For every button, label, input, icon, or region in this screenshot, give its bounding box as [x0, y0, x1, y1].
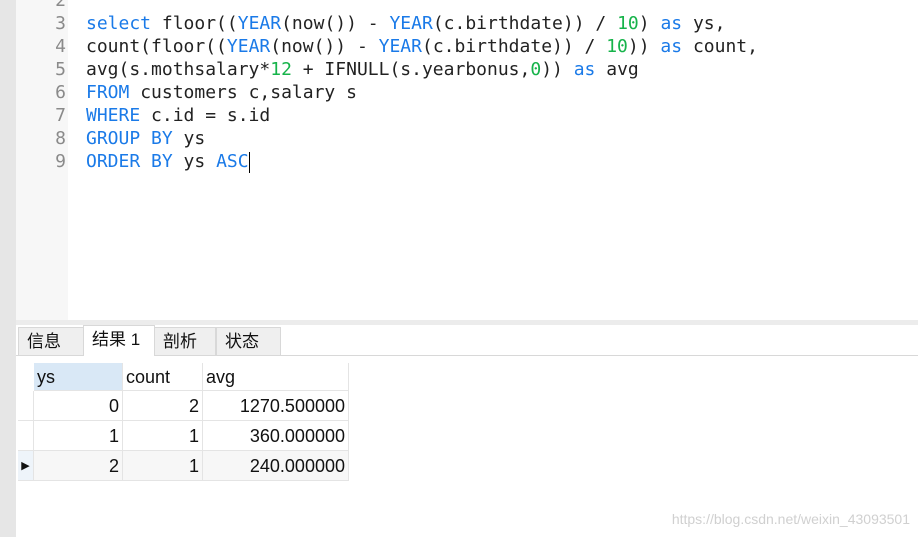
line-number: 7 — [55, 105, 66, 126]
text-token: ) — [638, 13, 661, 34]
row-selector[interactable] — [18, 391, 34, 421]
text-token: c.id = s.id — [140, 105, 271, 126]
keyword-token: as — [573, 59, 596, 80]
row-selector[interactable] — [18, 421, 34, 451]
cell-avg[interactable]: 240.000000 — [203, 451, 349, 481]
tab-3[interactable]: 剖析 — [154, 327, 216, 355]
code-text: FROM customers c,salary s — [86, 81, 357, 104]
number-token: 0 — [530, 59, 542, 80]
cell-avg[interactable]: 1270.500000 — [203, 391, 349, 421]
keyword-token: ORDER BY — [86, 151, 173, 172]
keyword-token: YEAR — [237, 13, 282, 34]
text-token: ys — [172, 128, 206, 149]
tab-1[interactable]: 信息 — [18, 327, 84, 355]
text-token: ys — [172, 151, 217, 172]
grid-header: ys count avg — [18, 363, 349, 393]
code-text: count(floor((YEAR(now()) - YEAR(c.birthd… — [86, 35, 758, 58]
number-token: 12 — [270, 59, 292, 80]
code-line: 5 avg(s.mothsalary*12 + IFNULL(s.yearbonu… — [16, 58, 916, 81]
line-number: 3 — [55, 13, 66, 34]
keyword-token: WHERE — [86, 105, 141, 126]
cell-ys[interactable]: 2 — [34, 451, 123, 481]
keyword-token: YEAR — [226, 36, 271, 57]
keyword-token: YEAR — [389, 13, 433, 34]
table-row[interactable]: 1 1 360.000000 — [18, 421, 349, 451]
sql-editor[interactable]: 2 3 select floor((YEAR(now()) - YEAR(c.bir… — [16, 0, 918, 320]
table-row[interactable]: 0 2 1270.500000 — [18, 391, 349, 421]
keyword-token: GROUP BY — [86, 128, 173, 149]
keyword-token: as — [660, 13, 683, 34]
code-line: 4 count(floor((YEAR(now()) - YEAR(c.birth… — [16, 35, 916, 58]
text-token: + IFNULL(s.yearbonus, — [291, 59, 531, 80]
code-text: select floor((YEAR(now()) - YEAR(c.birth… — [86, 12, 725, 35]
text-token: (now()) - — [281, 13, 390, 34]
text-token: )) — [627, 36, 661, 57]
code-line: 8 GROUP BY ys — [16, 127, 916, 150]
cell-avg[interactable]: 360.000000 — [203, 421, 349, 451]
cell-count[interactable]: 1 — [123, 451, 203, 481]
code-line: 6 FROM customers c,salary s — [16, 81, 916, 104]
text-token: count(floor(( — [86, 36, 227, 57]
row-selector[interactable]: ▶ — [18, 451, 34, 481]
code-text: avg(s.mothsalary*12 + IFNULL(s.yearbonus… — [86, 58, 639, 81]
line-number: 6 — [55, 82, 66, 103]
cell-count[interactable]: 1 — [123, 421, 203, 451]
text-token: (c.birthdate)) / — [432, 13, 618, 34]
code-line: 2 — [16, 0, 916, 12]
tab-2[interactable]: 结果 1 — [83, 325, 155, 356]
code-text: GROUP BY ys — [86, 127, 205, 150]
text-token: count, — [682, 36, 758, 57]
cell-ys[interactable]: 0 — [34, 391, 123, 421]
left-strip — [0, 0, 16, 537]
keyword-token: ASC — [216, 151, 249, 172]
text-token: (now()) - — [270, 36, 379, 57]
cell-ys[interactable]: 1 — [34, 421, 123, 451]
column-header-avg[interactable]: avg — [203, 363, 349, 391]
keyword-token: YEAR — [378, 36, 422, 57]
result-tabs: 信息 结果 1 剖析 状态 — [16, 325, 918, 356]
line-number: 9 — [55, 151, 66, 172]
text-token: ys, — [682, 13, 726, 34]
code-line: 3 select floor((YEAR(now()) - YEAR(c.birt… — [16, 12, 916, 35]
line-number: 2 — [55, 0, 66, 11]
text-token: (c.birthdate)) / — [421, 36, 607, 57]
code-line: 9 ORDER BY ys ASC — [16, 150, 916, 173]
line-number: 5 — [55, 59, 66, 80]
keyword-token: select — [86, 13, 152, 34]
code-line: 7 WHERE c.id = s.id — [16, 104, 916, 127]
column-header-ys[interactable]: ys — [34, 363, 123, 391]
number-token: 10 — [617, 13, 639, 34]
code-text: WHERE c.id = s.id — [86, 104, 270, 127]
code-text: ORDER BY ys ASC — [86, 150, 250, 173]
text-token: avg — [595, 59, 639, 80]
text-token: floor(( — [151, 13, 238, 34]
cell-count[interactable]: 2 — [123, 391, 203, 421]
line-number: 8 — [55, 128, 66, 149]
text-cursor — [248, 151, 250, 173]
column-header-count[interactable]: count — [123, 363, 203, 391]
watermark: https://blog.csdn.net/weixin_43093501 — [671, 511, 910, 527]
table-row[interactable]: ▶ 2 1 240.000000 — [18, 451, 349, 481]
keyword-token: as — [660, 36, 683, 57]
text-token: customers c,salary s — [129, 82, 357, 103]
keyword-token: FROM — [86, 82, 130, 103]
text-token: avg(s.mothsalary* — [86, 59, 271, 80]
text-token: )) — [541, 59, 574, 80]
tab-4[interactable]: 状态 — [216, 327, 281, 355]
number-token: 10 — [606, 36, 628, 57]
line-number: 4 — [55, 36, 66, 57]
